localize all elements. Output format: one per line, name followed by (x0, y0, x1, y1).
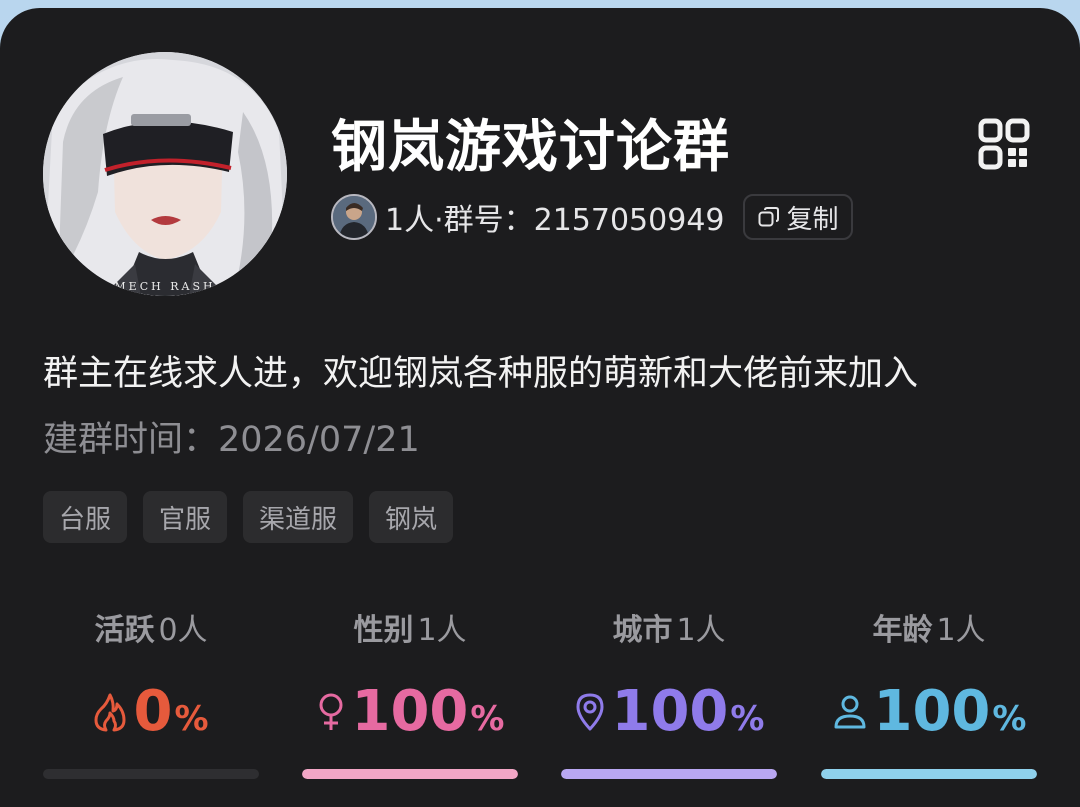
member-avatar[interactable] (331, 194, 377, 240)
location-pin-icon (574, 692, 606, 732)
stat-percent-unit: % (730, 699, 765, 739)
tag-chip[interactable]: 官服 (143, 491, 228, 543)
tag-chip[interactable]: 钢岚 (369, 491, 454, 543)
stat-percent: 100 (873, 679, 991, 744)
stat-percent: 0 (133, 679, 173, 744)
group-tags: 台服 官服 渠道服 钢岚 (43, 491, 469, 543)
copy-icon (758, 207, 779, 227)
stat-percent-unit: % (174, 699, 209, 739)
stat-city[interactable]: 城市 1人 100% (561, 606, 777, 786)
group-meta-row: 1人·群号：2157050949 复制 (331, 191, 853, 243)
stat-count: 0人 (158, 613, 208, 648)
stat-active-value-row: 0% (43, 676, 259, 748)
stat-progress-fill (561, 769, 777, 779)
member-count-and-group-id: 1人·群号：2157050949 (385, 203, 725, 238)
stat-percent-unit: % (470, 699, 505, 739)
stat-active-label-row: 活跃 0人 (43, 606, 259, 656)
stat-count: 1人 (417, 613, 467, 648)
stat-progress-fill (302, 769, 518, 779)
stat-age[interactable]: 年龄 1人 100% (821, 606, 1037, 786)
stat-progress-bar (561, 769, 777, 779)
copy-label: 复制 (786, 204, 839, 235)
stat-percent: 100 (351, 679, 469, 744)
stat-progress-fill (821, 769, 1037, 779)
avatar-logo-text: MECH RASH (114, 280, 215, 293)
member-stats: 活跃 0人 0% 性别 1人 100 % 城市 1人 100 % 年龄 1人 1… (43, 606, 1037, 786)
qr-code-icon (978, 118, 1030, 170)
qr-code-button[interactable] (978, 118, 1030, 170)
stat-age-value-row: 100% (821, 676, 1037, 748)
stat-age-label-row: 年龄 1人 (821, 606, 1037, 656)
flame-icon (93, 692, 127, 732)
stat-gender-value-row: 100% (302, 676, 518, 748)
tag-chip[interactable]: 渠道服 (243, 491, 354, 543)
group-info-card: MECH RASH 钢岚游戏讨论群 1人·群号：2157050949 复制 群主… (0, 8, 1080, 807)
person-icon (832, 692, 868, 732)
tag-chip[interactable]: 台服 (43, 491, 128, 543)
stat-percent-unit: % (992, 699, 1027, 739)
stat-city-label-row: 城市 1人 (561, 606, 777, 656)
stat-label: 年龄 (872, 613, 933, 648)
group-name: 钢岚游戏讨论群 (331, 115, 730, 180)
stat-city-value-row: 100% (561, 676, 777, 748)
stat-progress-bar (302, 769, 518, 779)
stat-count: 1人 (936, 613, 986, 648)
stat-count: 1人 (676, 613, 726, 648)
stat-gender[interactable]: 性别 1人 100% (302, 606, 518, 786)
stat-gender-label-row: 性别 1人 (302, 606, 518, 656)
stat-label: 活跃 (94, 613, 155, 648)
group-description: 群主在线求人进，欢迎钢岚各种服的萌新和大佬前来加入 (43, 354, 919, 394)
copy-group-id-button[interactable]: 复制 (742, 194, 853, 240)
stat-percent: 100 (611, 679, 729, 744)
stat-label: 城市 (612, 613, 673, 648)
female-icon (316, 692, 346, 732)
group-created-date: 建群时间：2026/07/21 (43, 420, 420, 460)
stat-label: 性别 (353, 613, 414, 648)
stat-progress-bar (43, 769, 259, 779)
group-avatar-image: MECH RASH (43, 52, 287, 296)
group-avatar[interactable]: MECH RASH (43, 52, 287, 296)
member-avatar-image (333, 196, 375, 238)
stat-active[interactable]: 活跃 0人 0% (43, 606, 259, 786)
stat-progress-bar (821, 769, 1037, 779)
